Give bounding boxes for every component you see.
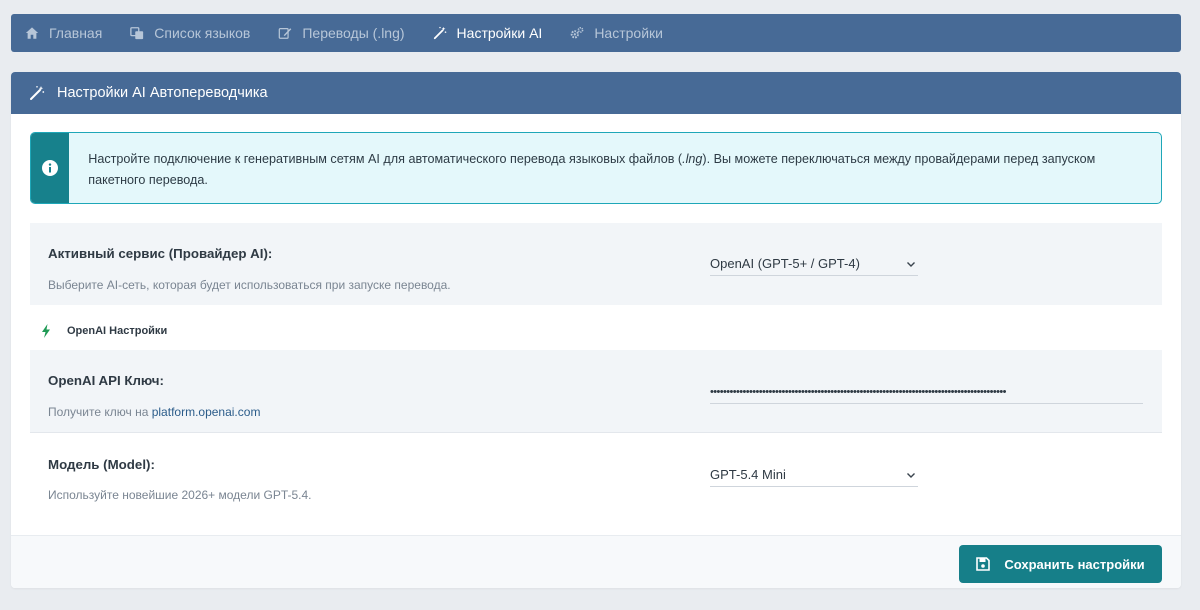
chevron-down-icon [907, 472, 915, 478]
nav-item-translations[interactable]: Переводы (.lng) [278, 25, 405, 41]
provider-select[interactable]: OpenAI (GPT-5+ / GPT-4) [710, 252, 918, 276]
nav-item-home[interactable]: Главная [25, 25, 102, 41]
alert-icon-strip [31, 133, 70, 203]
info-icon [42, 160, 59, 176]
nav-item-label: Список языков [154, 25, 251, 41]
model-selected-value: GPT-5.4 Mini [710, 467, 786, 482]
model-row: Модель (Model): Используйте новейшие 202… [30, 434, 1162, 534]
provider-row: Активный сервис (Провайдер AI): Выберите… [30, 223, 1162, 305]
model-select[interactable]: GPT-5.4 Mini [710, 463, 918, 487]
nav-item-label: Настройки AI [456, 25, 543, 41]
card-title: Настройки AI Автопереводчика [57, 85, 268, 101]
nav-item-label: Главная [49, 25, 103, 41]
magic-wand-icon [433, 26, 447, 40]
card-header: Настройки AI Автопереводчика [11, 72, 1181, 114]
language-icon [130, 26, 144, 40]
card-footer: Сохранить настройки [11, 535, 1181, 588]
nav-item-settings[interactable]: Настройки [570, 25, 663, 41]
provider-selected-value: OpenAI (GPT-5+ / GPT-4) [710, 256, 860, 271]
openai-platform-link[interactable]: platform.openai.com [152, 405, 261, 419]
save-settings-button[interactable]: Сохранить настройки [959, 545, 1162, 583]
home-icon [25, 26, 39, 40]
chevron-down-icon [907, 261, 915, 267]
gears-icon [570, 26, 584, 40]
openai-section-title: OpenAI Настройки [41, 324, 167, 338]
info-alert: Настройте подключение к генеративным сет… [30, 132, 1162, 204]
alert-text: Настройте подключение к генеративным сет… [88, 152, 1096, 187]
nav-item-languages[interactable]: Список языков [130, 25, 250, 41]
nav-item-label: Настройки [594, 25, 663, 41]
ai-settings-card: Настройки AI Автопереводчика Настройте п… [11, 72, 1181, 588]
api-key-row: OpenAI API Ключ: Получите ключ на platfo… [30, 350, 1162, 433]
bolt-icon [42, 324, 50, 338]
api-key-label: OpenAI API Ключ: [48, 373, 164, 388]
nav-item-ai-settings[interactable]: Настройки AI [433, 25, 543, 41]
api-key-hint: Получите ключ на platform.openai.com [48, 405, 261, 419]
magic-wand-icon [29, 85, 45, 101]
top-navigation: Главная Список языков Переводы (.lng) На… [11, 14, 1181, 52]
provider-label: Активный сервис (Провайдер AI): [48, 246, 273, 261]
provider-hint: Выберите AI-сеть, которая будет использо… [48, 278, 451, 292]
floppy-disk-icon [976, 557, 991, 571]
api-key-input[interactable]: ••••••••••••••••••••••••••••••••••••••••… [710, 380, 1143, 404]
model-hint: Используйте новейшие 2026+ модели GPT-5.… [48, 488, 312, 502]
model-label: Модель (Model): [48, 457, 155, 472]
nav-item-label: Переводы (.lng) [302, 25, 405, 41]
edit-icon [278, 26, 292, 40]
